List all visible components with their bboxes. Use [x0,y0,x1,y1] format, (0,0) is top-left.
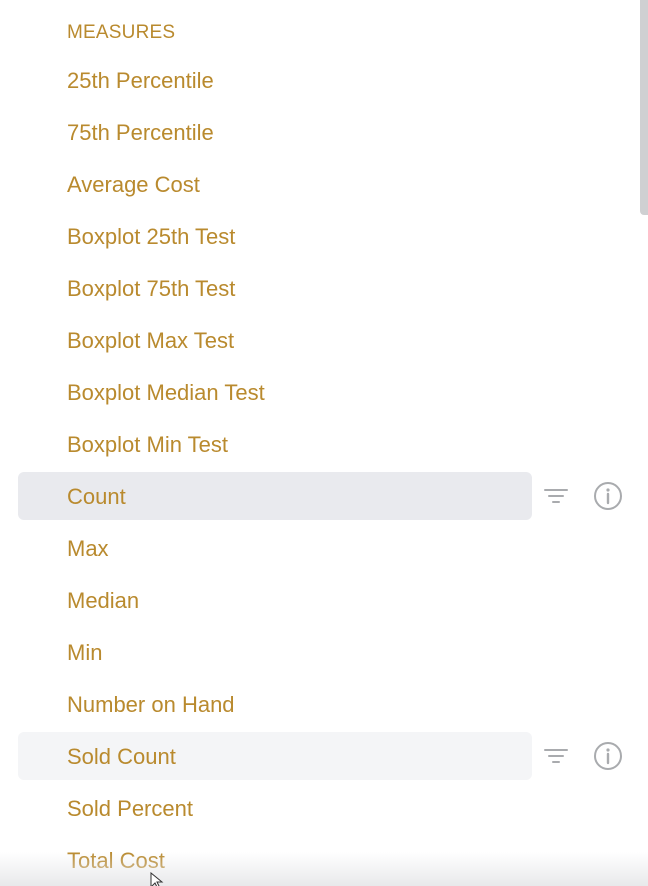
measure-item-sold-percent[interactable]: Sold Percent [0,782,648,834]
scrollbar-thumb[interactable] [640,0,648,215]
measure-item-label: Boxplot 75th Test [67,276,236,301]
measure-item-median[interactable]: Median [0,574,648,626]
measure-item-label: Boxplot Median Test [67,380,265,405]
measures-list: 25th Percentile 75th Percentile Average Co… [0,54,648,886]
measure-item-actions [540,481,624,511]
field-picker-panel: MEASURES 25th Percentile 75th Percentile A… [0,0,648,886]
measure-item-label: Boxplot 25th Test [67,224,236,249]
measure-item-boxplot-min-test[interactable]: Boxplot Min Test [0,418,648,470]
measure-item-label: Sold Percent [67,796,193,821]
measure-item-label: Sold Count [67,744,176,769]
measure-item-boxplot-max-test[interactable]: Boxplot Max Test [0,314,648,366]
measure-item-75th-percentile[interactable]: 75th Percentile [0,106,648,158]
measure-item-number-on-hand[interactable]: Number on Hand [0,678,648,730]
measure-item-25th-percentile[interactable]: 25th Percentile [0,54,648,106]
measure-item-total-cost[interactable]: Total Cost [0,834,648,886]
measure-item-max[interactable]: Max [0,522,648,574]
measure-item-label: Average Cost [67,172,200,197]
measure-item-label: Max [67,536,109,561]
measure-item-label: Boxplot Max Test [67,328,235,353]
measure-item-label: Count [67,484,126,509]
measure-item-boxplot-25th-test[interactable]: Boxplot 25th Test [0,210,648,262]
measure-item-min[interactable]: Min [0,626,648,678]
measure-item-count[interactable]: Count [0,470,648,522]
measure-item-boxplot-75th-test[interactable]: Boxplot 75th Test [0,262,648,314]
measure-item-actions [540,741,624,771]
measure-item-label: 25th Percentile [67,68,214,93]
info-icon[interactable] [592,740,624,772]
measure-item-label: Min [67,640,103,665]
section-header-measures: MEASURES [67,22,176,43]
measure-item-average-cost[interactable]: Average Cost [0,158,648,210]
measure-item-label: 75th Percentile [67,120,214,145]
measure-item-label: Median [67,588,140,613]
measure-item-sold-count[interactable]: Sold Count [0,730,648,782]
mouse-cursor-icon [150,872,164,886]
measure-item-label: Total Cost [67,848,165,873]
info-icon[interactable] [592,480,624,512]
filter-icon[interactable] [540,480,572,512]
measure-item-boxplot-median-test[interactable]: Boxplot Median Test [0,366,648,418]
measure-item-label: Boxplot Min Test [67,432,229,457]
measure-item-label: Number on Hand [67,692,235,717]
filter-icon[interactable] [540,740,572,772]
